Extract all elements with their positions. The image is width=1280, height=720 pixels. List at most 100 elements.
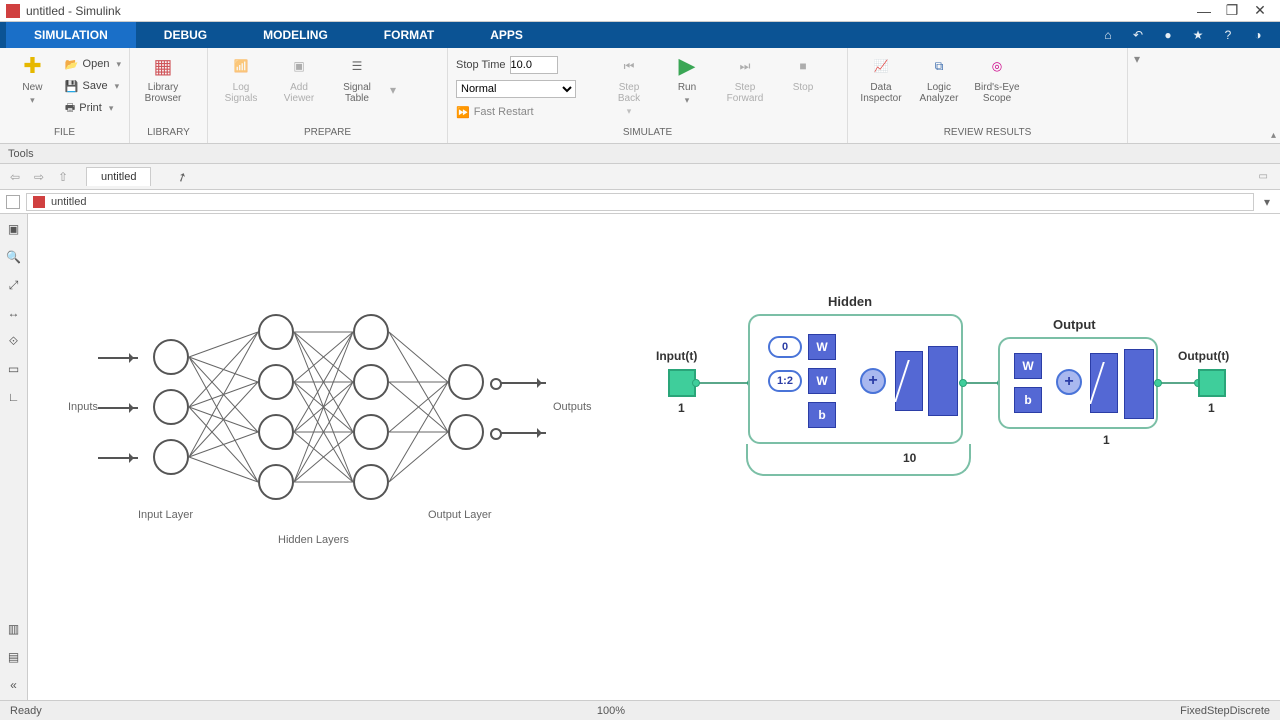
save-button[interactable]: 💾Save [65,76,121,96]
weight-block[interactable]: W [808,334,836,360]
data-inspector-button[interactable]: 📈Data Inspector [856,52,906,104]
edges [98,309,618,569]
nav-up-icon[interactable]: ⇧ [54,168,72,186]
notification-icon[interactable]: ● [1158,25,1178,45]
label-output-t: Output(t) [1178,349,1229,363]
logic-analyzer-button[interactable]: ⧉Logic Analyzer [914,52,964,104]
bias-block[interactable]: b [808,402,836,428]
tab-simulation[interactable]: SIMULATION [6,22,136,48]
stop-time-input[interactable] [510,56,558,74]
ribbon-group-simulate: Stop Time Normal ⏩Fast Restart ⏮Step Bac… [448,48,848,143]
run-button[interactable]: ▶Run▾ [662,52,712,106]
tab-apps[interactable]: APPS [462,22,551,48]
birdseye-scope-button[interactable]: ◎Bird's-Eye Scope [972,52,1022,104]
nn-concept-diagram: Inputs Input Layer Hidden Layers Output … [98,309,618,569]
delay-block[interactable]: 1:2 [768,370,802,392]
settings-icon[interactable]: ◑ [1248,25,1268,45]
nav-back-icon[interactable]: ⇦ [6,168,24,186]
doc-tab-untitled[interactable]: untitled [86,167,151,186]
canvas-toolbar: ▣ 🔍 ⤢ ↔ ⟐ ▭ ∟ ▥ ▤ « [0,214,28,700]
label-input-t: Input(t) [656,349,697,363]
library-browser-button[interactable]: ▦ Library Browser [138,52,188,104]
stop-time-row: Stop Time [456,54,596,76]
label-output-size: 1 [1103,433,1110,447]
status-solver[interactable]: FixedStepDiscrete [1180,705,1270,717]
signal-table-button[interactable]: ☰Signal Table [332,52,382,104]
step-forward-button[interactable]: ⏭Step Forward [720,52,770,104]
label-outputs: Outputs [553,401,592,413]
fast-restart-button[interactable]: ⏩Fast Restart [456,102,596,122]
bias-block[interactable]: b [1014,387,1042,413]
sample-time-icon[interactable]: ⟐ [5,332,23,350]
weight-block[interactable]: W [1014,353,1042,379]
hidden-subsystem[interactable]: 0 W 1:2 W b + [748,314,963,444]
transfer-fn-block[interactable] [1090,353,1118,413]
breadcrumb-dropdown-icon[interactable]: ▾ [1260,195,1274,209]
group-label-review: REVIEW RESULTS [856,127,1119,141]
step-back-button[interactable]: ⏮Step Back▾ [604,52,654,117]
status-bar: Ready 100% FixedStepDiscrete [0,700,1280,720]
hide-browser-icon[interactable]: ▣ [5,220,23,238]
home-icon[interactable]: ⌂ [1098,25,1118,45]
ribbon-tab-bar: SIMULATION DEBUG MODELING FORMAT APPS ⌂ … [0,22,1280,48]
image-icon[interactable]: ▥ [5,620,23,638]
stop-button[interactable]: ■Stop [778,52,828,93]
pan-icon[interactable]: ↔ [5,304,23,322]
mux-block[interactable] [928,346,958,416]
new-button[interactable]: ✚ New ▾ [8,52,57,106]
model-browser-icon[interactable] [6,195,20,209]
label-input-size: 1 [678,401,685,415]
help-icon[interactable]: ? [1218,25,1238,45]
tab-debug[interactable]: DEBUG [136,22,235,48]
area-icon[interactable]: ∟ [5,388,23,406]
annotation-icon[interactable]: ▭ [5,360,23,378]
model-icon [33,196,45,208]
label-outport-size: 1 [1208,401,1215,415]
mux-block[interactable] [1124,349,1154,419]
window-title: untitled - Simulink [26,4,1190,18]
sim-mode-select[interactable]: Normal [456,80,576,98]
breadcrumb-bar: untitled ▾ [0,190,1280,214]
model-canvas[interactable]: Inputs Input Layer Hidden Layers Output … [28,214,1280,700]
main-area: ▣ 🔍 ⤢ ↔ ⟐ ▭ ∟ ▥ ▤ « [0,214,1280,700]
fit-icon[interactable]: ⤢ [5,276,23,294]
label-input-layer: Input Layer [138,509,193,521]
ribbon-more-button[interactable]: ▾ [1128,48,1146,143]
output-subsystem[interactable]: W b + [998,337,1158,429]
group-label-prepare: PREPARE [216,127,439,141]
label-hidden-layers: Hidden Layers [278,534,349,546]
nav-forward-icon[interactable]: ⇨ [30,168,48,186]
delay-block[interactable]: 0 [768,336,802,358]
ribbon-group-review: 📈Data Inspector ⧉Logic Analyzer ◎Bird's-… [848,48,1128,143]
add-viewer-button[interactable]: ▣Add Viewer [274,52,324,104]
sum-block[interactable]: + [860,368,886,394]
label-output: Output [1053,317,1096,332]
label-inputs: Inputs [68,401,98,413]
output-port-block[interactable] [1198,369,1226,397]
ribbon-group-file: ✚ New ▾ 📂Open 💾Save 🖶Print FILE [0,48,130,143]
favorite-icon[interactable]: ★ [1188,25,1208,45]
wire [963,382,1001,384]
viewmark-icon[interactable]: ▤ [5,648,23,666]
sum-block[interactable]: + [1056,369,1082,395]
open-button[interactable]: 📂Open [65,54,121,74]
restore-view-icon[interactable]: « [5,676,23,694]
ribbon-group-library: ▦ Library Browser LIBRARY [130,48,208,143]
status-zoom[interactable]: 100% [42,705,1180,717]
restore-button[interactable]: ❐ [1218,2,1246,19]
tab-format[interactable]: FORMAT [356,22,462,48]
weight-block[interactable]: W [808,368,836,394]
label-hidden: Hidden [828,294,872,309]
transfer-fn-block[interactable] [895,351,923,411]
breadcrumb[interactable]: untitled [26,193,1254,211]
doc-tab-menu-icon[interactable]: ▭ [1259,171,1274,182]
minimize-button[interactable]: — [1190,3,1218,19]
ribbon-collapse-button[interactable]: ▴ [1271,130,1276,141]
explorer-bar: ⇦ ⇨ ⇧ untitled ➚ ▭ [0,164,1280,190]
undo-icon[interactable]: ↶ [1128,25,1148,45]
tab-modeling[interactable]: MODELING [235,22,356,48]
log-signals-button[interactable]: 📶Log Signals [216,52,266,104]
close-button[interactable]: ✕ [1246,2,1274,19]
print-button[interactable]: 🖶Print [65,98,121,118]
zoom-icon[interactable]: 🔍 [5,248,23,266]
